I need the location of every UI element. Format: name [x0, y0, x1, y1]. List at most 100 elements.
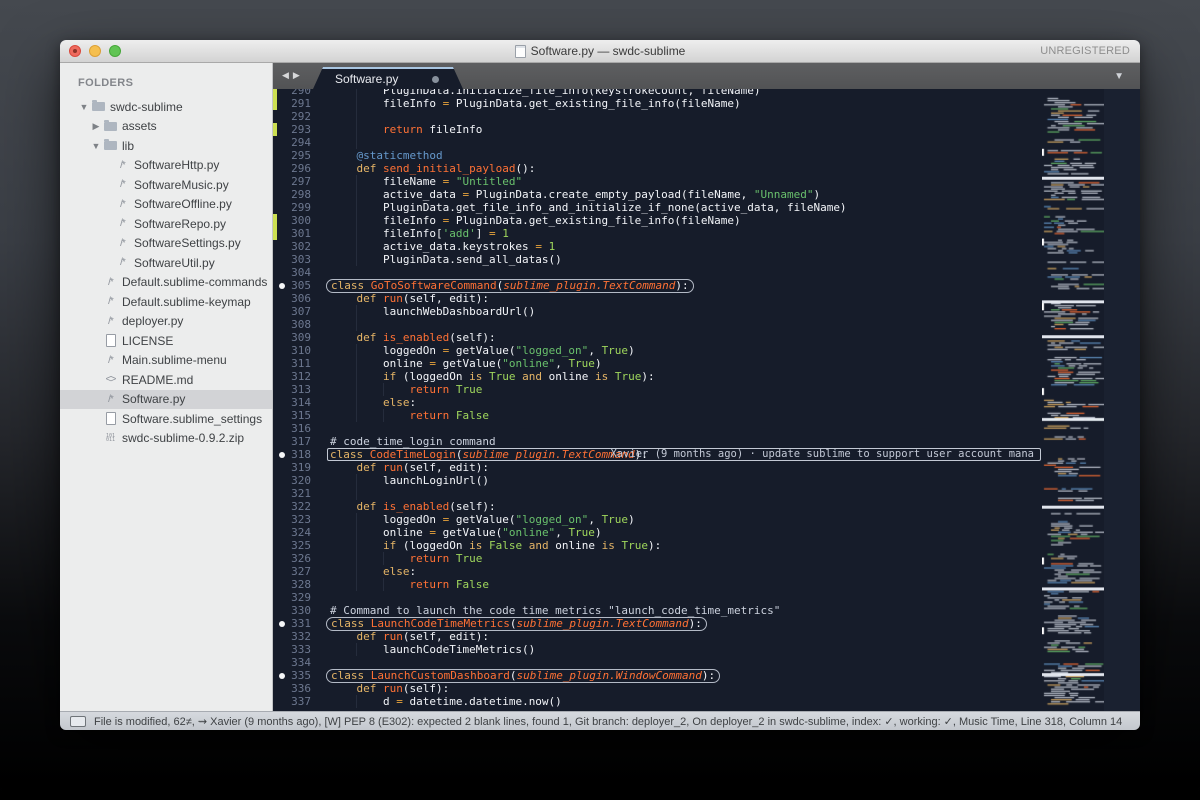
code-text[interactable]: PluginData.initialize_file_info(keystrok… — [325, 89, 1042, 97]
code-text[interactable]: active_data.keystrokes = 1 — [325, 240, 1042, 253]
code-text[interactable]: if (loggedOn is True and online is True)… — [325, 370, 1042, 383]
code-text[interactable]: if (loggedOn is False and online is True… — [325, 539, 1042, 552]
code-line[interactable]: 307 launchWebDashboardUrl() — [273, 305, 1042, 318]
code-line[interactable]: 296 def send_initial_payload(): — [273, 162, 1042, 175]
gutter[interactable]: 297 — [273, 175, 325, 188]
code-text[interactable]: PluginData.send_all_datas() — [325, 253, 1042, 266]
gutter[interactable]: 310 — [273, 344, 325, 357]
code-line[interactable]: 330# Command to launch the code time met… — [273, 604, 1042, 617]
sidebar-item-deployer-py[interactable]: /*deployer.py — [60, 312, 272, 332]
code-line[interactable]: 314 else: — [273, 396, 1042, 409]
code-text[interactable]: @staticmethod — [325, 149, 1042, 162]
code-text[interactable] — [325, 591, 1042, 604]
gutter[interactable]: 317 — [273, 435, 325, 448]
gutter[interactable]: 318 — [273, 448, 325, 461]
code-line[interactable]: 291 fileInfo = PluginData.get_existing_f… — [273, 97, 1042, 110]
code-line[interactable]: 293 return fileInfo — [273, 123, 1042, 136]
code-line[interactable]: 308 — [273, 318, 1042, 331]
code-text[interactable]: else: — [325, 396, 1042, 409]
code-text[interactable]: launchWebDashboardUrl() — [325, 305, 1042, 318]
tab-scroll-left-icon[interactable]: ◀ — [282, 70, 289, 81]
gutter[interactable]: 327 — [273, 565, 325, 578]
code-text[interactable]: fileInfo = PluginData.get_existing_file_… — [325, 214, 1042, 227]
gutter[interactable]: 329 — [273, 591, 325, 604]
gutter[interactable]: 324 — [273, 526, 325, 539]
code-line[interactable]: 335class LaunchCustomDashboard(sublime_p… — [273, 669, 1042, 682]
code-line[interactable]: 302 active_data.keystrokes = 1 — [273, 240, 1042, 253]
sidebar-item-main-sublime-menu[interactable]: /*Main.sublime-menu — [60, 351, 272, 371]
code-area[interactable]: 290 PluginData.initialize_file_info(keys… — [273, 89, 1042, 708]
gutter[interactable]: 290 — [273, 89, 325, 97]
code-line[interactable]: 328 return False — [273, 578, 1042, 591]
code-text[interactable] — [325, 318, 1042, 331]
sidebar-item-readme-md[interactable]: <>README.md — [60, 370, 272, 390]
code-line[interactable]: 319 def run(self, edit): — [273, 461, 1042, 474]
gutter[interactable]: 295 — [273, 149, 325, 162]
code-line[interactable]: 329 — [273, 591, 1042, 604]
code-line[interactable]: 315 return False — [273, 409, 1042, 422]
gutter[interactable]: 332 — [273, 630, 325, 643]
gutter[interactable]: 313 — [273, 383, 325, 396]
code-text[interactable]: def run(self, edit): — [325, 461, 1042, 474]
code-line[interactable]: 332 def run(self, edit): — [273, 630, 1042, 643]
gutter[interactable]: 335 — [273, 669, 325, 682]
gutter[interactable]: 302 — [273, 240, 325, 253]
scrollbar-gutter[interactable] — [1104, 89, 1140, 711]
gutter[interactable]: 323 — [273, 513, 325, 526]
gutter[interactable]: 320 — [273, 474, 325, 487]
gutter[interactable]: 337 — [273, 695, 325, 708]
gutter[interactable]: 305 — [273, 279, 325, 292]
sidebar-item-default-sublime-keymap[interactable]: /*Default.sublime-keymap — [60, 292, 272, 312]
code-text[interactable]: def run(self): — [325, 682, 1042, 695]
gutter[interactable]: 321 — [273, 487, 325, 500]
tab-scroll-right-icon[interactable]: ▶ — [293, 70, 300, 81]
code-line[interactable]: 298 active_data = PluginData.create_empt… — [273, 188, 1042, 201]
code-line[interactable]: 333 launchCodeTimeMetrics() — [273, 643, 1042, 656]
code-text[interactable]: def run(self, edit): — [325, 630, 1042, 643]
gutter[interactable]: 309 — [273, 331, 325, 344]
code-text[interactable] — [325, 136, 1042, 149]
chevron-down-icon[interactable]: ▼ — [90, 141, 102, 151]
code-line[interactable]: 327 else: — [273, 565, 1042, 578]
code-line[interactable]: 317# code_time_login command — [273, 435, 1042, 448]
sidebar-item-software-py[interactable]: /*Software.py — [60, 390, 272, 410]
gutter[interactable]: 307 — [273, 305, 325, 318]
sidebar-item-software-sublime-settings[interactable]: Software.sublime_settings — [60, 409, 272, 429]
code-line[interactable]: 309 def is_enabled(self): — [273, 331, 1042, 344]
sidebar-item-softwaresettings-py[interactable]: /*SoftwareSettings.py — [60, 234, 272, 254]
code-text[interactable]: fileName = "Untitled" — [325, 175, 1042, 188]
code-line[interactable]: 321 — [273, 487, 1042, 500]
gutter[interactable]: 300 — [273, 214, 325, 227]
code-line[interactable]: 290 PluginData.initialize_file_info(keys… — [273, 89, 1042, 97]
sidebar-item-softwaremusic-py[interactable]: /*SoftwareMusic.py — [60, 175, 272, 195]
code-text[interactable] — [325, 487, 1042, 500]
code-line[interactable]: 304 — [273, 266, 1042, 279]
code-text[interactable]: return False — [325, 578, 1042, 591]
code-line[interactable]: 322 def is_enabled(self): — [273, 500, 1042, 513]
gutter[interactable]: 303 — [273, 253, 325, 266]
code-line[interactable]: 313 return True — [273, 383, 1042, 396]
code-line[interactable]: 311 online = getValue("online", True) — [273, 357, 1042, 370]
code-line[interactable]: 300 fileInfo = PluginData.get_existing_f… — [273, 214, 1042, 227]
code-line[interactable]: 312 if (loggedOn is True and online is T… — [273, 370, 1042, 383]
gutter[interactable]: 319 — [273, 461, 325, 474]
code-text[interactable]: return True — [325, 552, 1042, 565]
code-line[interactable]: 294 — [273, 136, 1042, 149]
gutter[interactable]: 291 — [273, 97, 325, 110]
code-text[interactable]: return True — [325, 383, 1042, 396]
code-text[interactable]: online = getValue("online", True) — [325, 357, 1042, 370]
code-text[interactable] — [325, 422, 1042, 435]
sidebar-item-swdc-sublime-0-9-2-zip[interactable]: 101011swdc-sublime-0.9.2.zip — [60, 429, 272, 449]
code-line[interactable]: 318class CodeTimeLogin(sublime_plugin.Te… — [273, 448, 1042, 461]
code-text[interactable]: online = getValue("online", True) — [325, 526, 1042, 539]
code-text[interactable]: class LaunchCustomDashboard(sublime_plug… — [325, 669, 1042, 682]
gutter[interactable]: 312 — [273, 370, 325, 383]
gutter[interactable]: 299 — [273, 201, 325, 214]
code-line[interactable]: 324 online = getValue("online", True) — [273, 526, 1042, 539]
code-text[interactable]: # Command to launch the code time metric… — [325, 604, 1042, 617]
tab-software-py[interactable]: Software.py — [313, 67, 463, 89]
gutter[interactable]: 298 — [273, 188, 325, 201]
code-line[interactable]: 337 d = datetime.datetime.now() — [273, 695, 1042, 708]
code-text[interactable]: def is_enabled(self): — [325, 331, 1042, 344]
code-line[interactable]: 326 return True — [273, 552, 1042, 565]
